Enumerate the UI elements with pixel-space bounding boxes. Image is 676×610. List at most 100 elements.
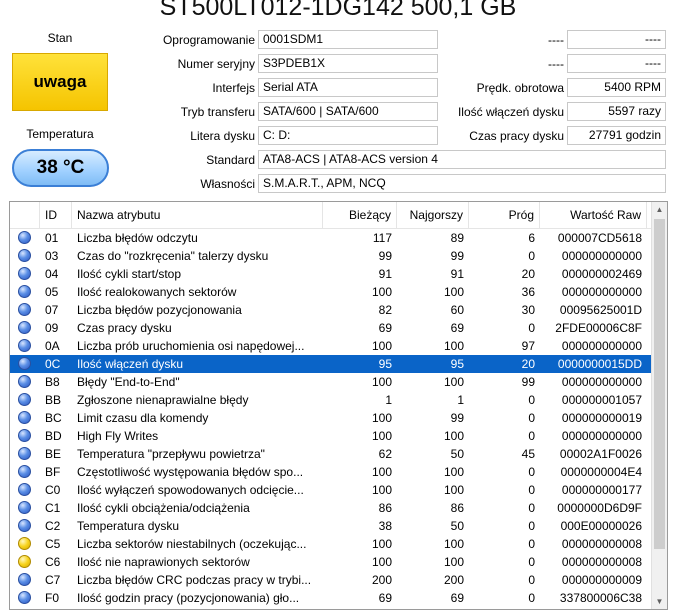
cell-raw: 000000000000 bbox=[561, 375, 642, 389]
cell-worst: 200 bbox=[443, 573, 464, 587]
cell-current: 200 bbox=[371, 573, 392, 587]
rotation-speed-label: Prędk. obrotowa bbox=[476, 81, 564, 95]
cell-name: Temperatura "przepływu powietrza" bbox=[77, 447, 265, 461]
health-status-button[interactable]: uwaga bbox=[12, 53, 108, 111]
table-row[interactable]: 0C Ilość włączeń dysku 95 95 20 0000000015DD bbox=[10, 355, 653, 373]
cell-worst: 100 bbox=[443, 285, 464, 299]
cell-name: Ilość włączeń dysku bbox=[77, 357, 184, 371]
table-row[interactable]: 0A Liczba prób uruchomienia osi napędowej… bbox=[10, 337, 653, 355]
cell-raw: 0000000004E4 bbox=[560, 465, 642, 479]
table-row[interactable]: BB Zgłoszone nienaprawialne błędy 1 1 0 00000… bbox=[10, 391, 653, 409]
cell-raw: 000000002469 bbox=[561, 267, 642, 281]
table-row[interactable]: C2 Temperatura dysku 38 50 0 000E00000026 bbox=[10, 517, 653, 535]
cell-raw: 000000000000 bbox=[561, 339, 642, 353]
cell-name: Liczba prób uruchomienia osi napędowej..… bbox=[77, 339, 305, 353]
cell-name: Ilość cykli start/stop bbox=[77, 267, 182, 281]
table-row[interactable]: C5 Liczba sektorów niestabilnych (oczekuj… bbox=[10, 535, 653, 553]
cell-name: Ilość realokowanych sektorów bbox=[77, 285, 237, 299]
blue-circle-icon bbox=[18, 501, 31, 514]
cell-raw: 000000000000 bbox=[561, 249, 642, 263]
cell-current: 69 bbox=[378, 321, 392, 335]
features-label: Własności bbox=[200, 177, 255, 191]
cell-name: Ilość cykli obciążenia/odciążenia bbox=[77, 501, 250, 515]
cell-current: 69 bbox=[378, 591, 392, 605]
cell-worst: 95 bbox=[450, 357, 464, 371]
blue-circle-icon bbox=[18, 411, 31, 424]
table-row[interactable]: 09 Czas pracy dysku 69 69 0 2FDE00006C8F bbox=[10, 319, 653, 337]
cell-name: Ilość godzin pracy (pozycjonowania) gło.… bbox=[77, 591, 300, 605]
blue-circle-icon bbox=[18, 447, 31, 460]
cell-threshold: 20 bbox=[521, 357, 535, 371]
table-row[interactable]: BE Temperatura "przepływu powietrza" 62 50 4… bbox=[10, 445, 653, 463]
transfer-field: SATA/600 | SATA/600 bbox=[258, 102, 438, 121]
column-header-worst[interactable]: Najgorszy bbox=[397, 202, 469, 228]
table-row[interactable]: BF Częstotliwość występowania błędów spo.… bbox=[10, 463, 653, 481]
temperature-label: Temperatura bbox=[26, 127, 94, 141]
table-row[interactable]: 01 Liczba błędów odczytu 117 89 6 000007CD561… bbox=[10, 229, 653, 247]
scroll-up-icon[interactable]: ▲ bbox=[652, 202, 667, 217]
cell-raw: 2FDE00006C8F bbox=[555, 321, 642, 335]
cell-id: 05 bbox=[45, 285, 59, 299]
column-header-threshold[interactable]: Próg bbox=[469, 202, 540, 228]
cell-threshold: 36 bbox=[521, 285, 535, 299]
table-row[interactable]: C0 Ilość wyłączeń spowodowanych odcięcie.… bbox=[10, 481, 653, 499]
cell-worst: 50 bbox=[450, 447, 464, 461]
table-row[interactable]: 03 Czas do "rozkręcenia" talerzy dysku 99 9… bbox=[10, 247, 653, 265]
table-row[interactable]: BD High Fly Writes 100 100 0 000000000000 bbox=[10, 427, 653, 445]
table-row[interactable]: B8 Błędy "End-to-End" 100 100 99 000000000000 bbox=[10, 373, 653, 391]
cell-threshold: 0 bbox=[528, 429, 535, 443]
cell-id: C5 bbox=[45, 537, 61, 551]
cell-current: 100 bbox=[371, 429, 392, 443]
cell-worst: 69 bbox=[450, 321, 464, 335]
cell-raw: 000000000009 bbox=[561, 573, 642, 587]
cell-name: Limit czasu dla komendy bbox=[77, 411, 209, 425]
cell-threshold: 0 bbox=[528, 483, 535, 497]
cell-worst: 50 bbox=[450, 519, 464, 533]
cell-name: Częstotliwość występowania błędów spo... bbox=[77, 465, 304, 479]
power-on-count-field: 5597 razy bbox=[567, 102, 666, 121]
cell-current: 100 bbox=[371, 285, 392, 299]
column-header-current[interactable]: Bieżący bbox=[323, 202, 397, 228]
scrollbar-thumb[interactable] bbox=[654, 219, 665, 549]
table-row[interactable]: 07 Liczba błędów pozycjonowania 82 60 30 0009… bbox=[10, 301, 653, 319]
cell-id: BF bbox=[45, 465, 61, 479]
cell-id: 0A bbox=[45, 339, 60, 353]
blue-circle-icon bbox=[18, 249, 31, 262]
cell-id: BC bbox=[45, 411, 62, 425]
cell-raw: 000000000008 bbox=[561, 537, 642, 551]
standard-field: ATA8-ACS | ATA8-ACS version 4 bbox=[258, 150, 666, 169]
cell-current: 100 bbox=[371, 339, 392, 353]
cell-threshold: 0 bbox=[528, 537, 535, 551]
table-row[interactable]: BC Limit czasu dla komendy 100 99 0 000000000… bbox=[10, 409, 653, 427]
scroll-down-icon[interactable]: ▼ bbox=[652, 594, 667, 609]
blue-circle-icon bbox=[18, 519, 31, 532]
blue-circle-icon bbox=[18, 483, 31, 496]
cell-raw: 000000000019 bbox=[561, 411, 642, 425]
column-header-name[interactable]: Nazwa atrybutu bbox=[72, 202, 323, 228]
reserved-field-1: ---- bbox=[567, 30, 666, 49]
cell-threshold: 0 bbox=[528, 465, 535, 479]
cell-current: 62 bbox=[378, 447, 392, 461]
cell-id: C2 bbox=[45, 519, 61, 533]
smart-attributes-table[interactable]: ID Nazwa atrybutu Bieżący Najgorszy Próg… bbox=[9, 201, 668, 610]
cell-current: 100 bbox=[371, 555, 392, 569]
table-row[interactable]: F0 Ilość godzin pracy (pozycjonowania) gł… bbox=[10, 589, 653, 607]
table-row[interactable]: C6 Ilość nie naprawionych sektorów 100 100 0… bbox=[10, 553, 653, 571]
cell-worst: 1 bbox=[457, 393, 464, 407]
table-row[interactable]: C7 Liczba błędów CRC podczas pracy w tryb… bbox=[10, 571, 653, 589]
blue-circle-icon bbox=[18, 573, 31, 586]
column-header-raw[interactable]: Wartość Raw bbox=[540, 202, 647, 228]
table-row[interactable]: C1 Ilość cykli obciążenia/odciążenia 86 86 0… bbox=[10, 499, 653, 517]
yellow-circle-icon bbox=[18, 537, 31, 550]
temperature-button[interactable]: 38 °C bbox=[12, 149, 109, 187]
column-header-id[interactable]: ID bbox=[40, 202, 72, 228]
table-row[interactable]: 04 Ilość cykli start/stop 91 91 20 0000000024… bbox=[10, 265, 653, 283]
firmware-label: Oprogramowanie bbox=[162, 33, 255, 47]
cell-name: Temperatura dysku bbox=[77, 519, 180, 533]
cell-id: 0C bbox=[45, 357, 61, 371]
column-header-status[interactable] bbox=[10, 202, 40, 228]
cell-threshold: 99 bbox=[521, 375, 535, 389]
vertical-scrollbar[interactable]: ▲ ▼ bbox=[651, 202, 667, 609]
yellow-circle-icon bbox=[18, 555, 31, 568]
table-row[interactable]: 05 Ilość realokowanych sektorów 100 100 36 00… bbox=[10, 283, 653, 301]
